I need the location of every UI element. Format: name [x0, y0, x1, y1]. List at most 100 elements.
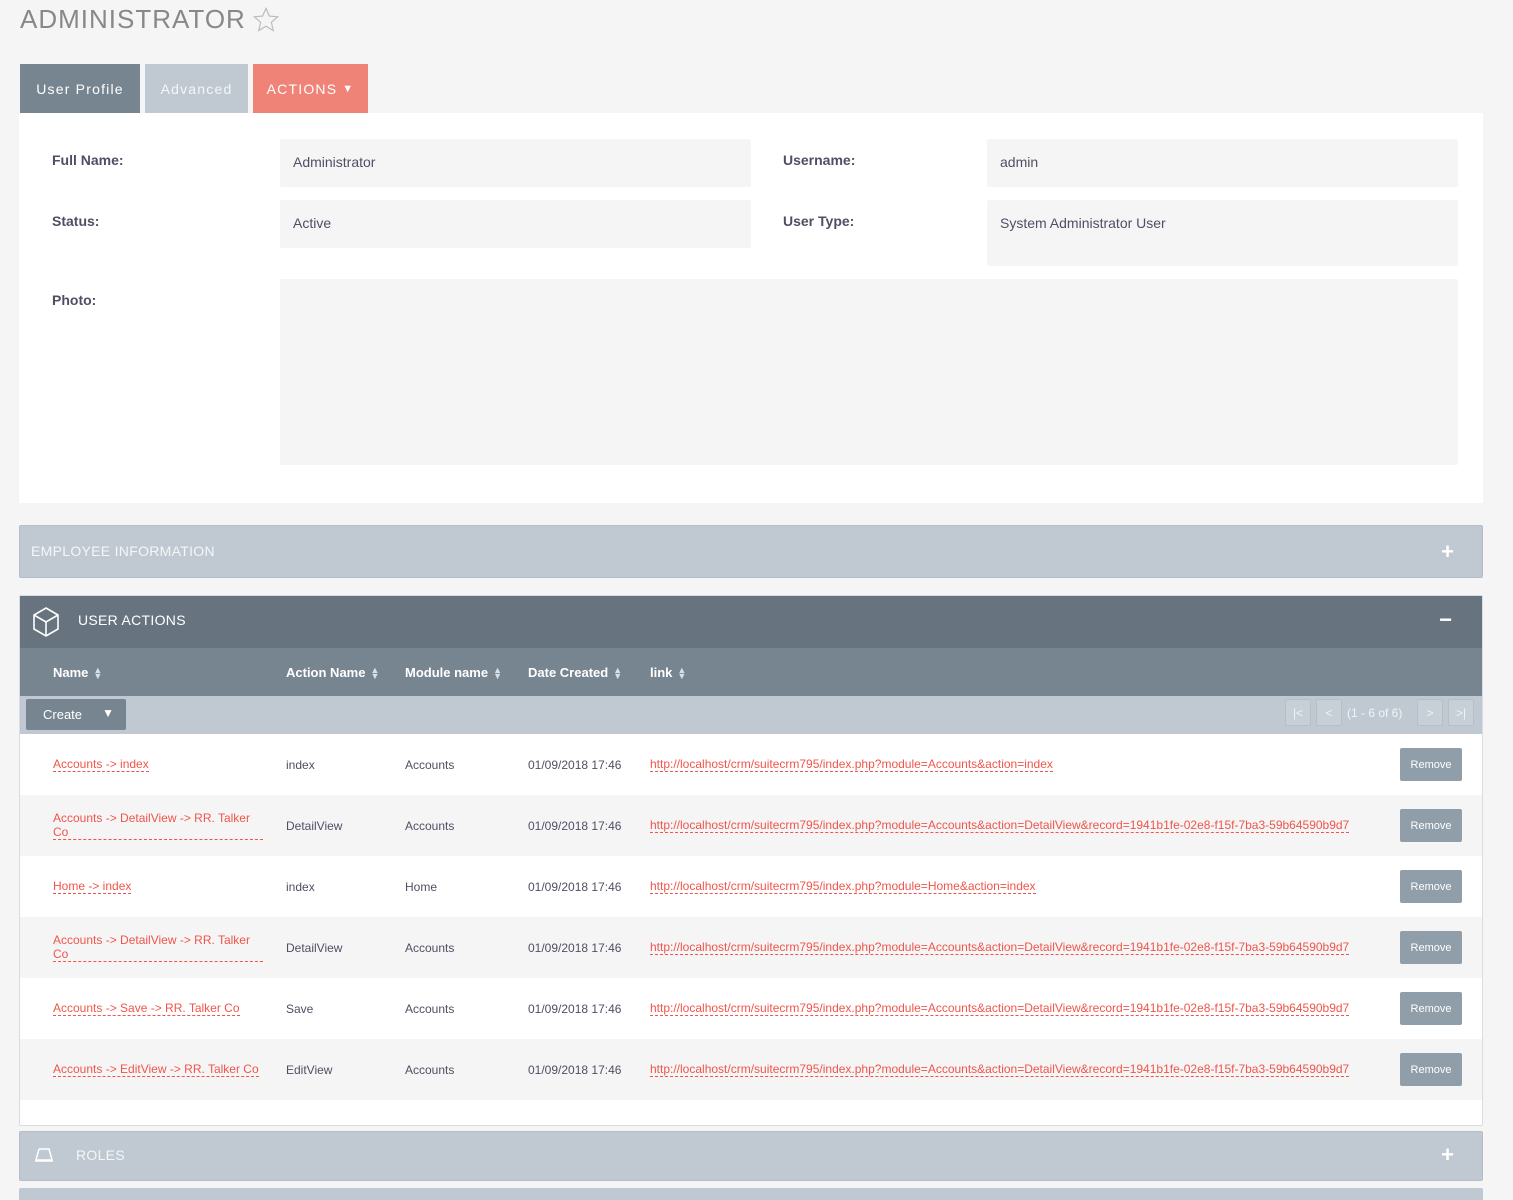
tab-actions-label: ACTIONS: [266, 80, 338, 97]
row-name-link[interactable]: Accounts -> Save -> RR. Talker Co: [53, 1001, 240, 1016]
next-collapsed-panel[interactable]: [19, 1188, 1483, 1200]
employee-information-panel[interactable]: EMPLOYEE INFORMATION +: [19, 525, 1483, 578]
user-type-value: System Administrator User: [987, 200, 1458, 266]
create-button-label: Create: [43, 707, 83, 722]
tab-actions-dropdown[interactable]: ACTIONS ▼: [253, 64, 368, 113]
table-row: Home -> index index Home 01/09/2018 17:4…: [20, 856, 1482, 917]
row-module-name: Accounts: [405, 818, 455, 833]
row-module-name: Home: [405, 879, 438, 894]
remove-button[interactable]: Remove: [1400, 748, 1462, 781]
tab-advanced[interactable]: Advanced: [145, 64, 248, 113]
tab-advanced-label: Advanced: [160, 80, 233, 97]
user-profile-panel: Full Name: Administrator Username: admin…: [19, 113, 1483, 503]
remove-button[interactable]: Remove: [1400, 992, 1462, 1025]
row-module-name: Accounts: [405, 1062, 455, 1077]
col-module-name-label: Module name: [405, 665, 489, 680]
user-actions-list: Accounts -> index index Accounts 01/09/2…: [20, 734, 1482, 1100]
sort-icon: ▲ ▼: [677, 664, 687, 681]
row-date-created: 01/09/2018 17:46: [528, 818, 622, 833]
user-actions-header[interactable]: USER ACTIONS −: [20, 596, 1482, 648]
page-title-text: ADMINISTRATOR: [20, 4, 246, 34]
expand-plus-icon[interactable]: +: [1441, 1142, 1454, 1168]
row-url-link[interactable]: http://localhost/crm/suitecrm795/index.p…: [650, 1001, 1350, 1016]
expand-plus-icon[interactable]: +: [1441, 539, 1454, 565]
row-date-created: 01/09/2018 17:46: [528, 757, 622, 772]
table-row: Accounts -> Save -> RR. Talker Co Save A…: [20, 978, 1482, 1039]
status-label: Status:: [52, 213, 100, 229]
row-date-created: 01/09/2018 17:46: [528, 1062, 622, 1077]
user-actions-panel: USER ACTIONS − Name ▲ ▼ Action Name ▲ ▼ Modu…: [19, 595, 1483, 1126]
full-name-value: Administrator: [280, 139, 751, 187]
row-date-created: 01/09/2018 17:46: [528, 879, 622, 894]
list-toolbar: Create ▼ |< < (1 - 6 of 6) > >|: [20, 696, 1482, 734]
row-url-link[interactable]: http://localhost/crm/suitecrm795/index.p…: [650, 879, 1036, 894]
employee-information-title: EMPLOYEE INFORMATION: [31, 543, 215, 559]
row-date-created: 01/09/2018 17:46: [528, 1001, 622, 1016]
row-name-link[interactable]: Accounts -> DetailView -> RR. Talker Co: [53, 811, 263, 840]
status-value: Active: [280, 200, 751, 248]
roles-panel[interactable]: ROLES +: [19, 1131, 1483, 1181]
create-button[interactable]: Create ▼: [26, 699, 126, 730]
table-row: Accounts -> index index Accounts 01/09/2…: [20, 734, 1482, 795]
sort-icon: ▲ ▼: [493, 664, 502, 681]
col-name-label: Name: [53, 665, 89, 680]
col-link-label: link: [650, 665, 673, 680]
remove-button[interactable]: Remove: [1400, 870, 1462, 903]
sort-icon: ▲ ▼: [370, 664, 380, 681]
tab-bar: User Profile Advanced ACTIONS ▼: [20, 64, 373, 113]
row-action-name: index: [286, 879, 315, 894]
col-date-created-label: Date Created: [528, 665, 609, 680]
row-name-link[interactable]: Accounts -> DetailView -> RR. Talker Co: [53, 933, 263, 962]
remove-button[interactable]: Remove: [1400, 1053, 1462, 1086]
col-link[interactable]: link ▲ ▼: [650, 665, 686, 680]
photo-field: [280, 279, 1458, 465]
username-value: admin: [987, 139, 1458, 187]
sort-icon: ▲ ▼: [93, 664, 103, 681]
pagination-range: (1 - 6 of 6): [1347, 706, 1403, 720]
row-name-link[interactable]: Home -> index: [53, 879, 132, 894]
remove-button[interactable]: Remove: [1400, 809, 1462, 842]
full-name-label: Full Name:: [52, 152, 124, 168]
favorite-star-icon[interactable]: [252, 6, 280, 34]
roles-icon: [35, 1148, 53, 1162]
row-date-created: 01/09/2018 17:46: [528, 940, 622, 955]
row-module-name: Accounts: [405, 940, 455, 955]
row-action-name: EditView: [286, 1062, 333, 1077]
row-name-link[interactable]: Accounts -> index: [53, 757, 149, 772]
first-page-button[interactable]: |<: [1285, 699, 1311, 726]
user-type-label: User Type:: [783, 213, 855, 229]
remove-button[interactable]: Remove: [1400, 931, 1462, 964]
previous-page-button[interactable]: <: [1316, 699, 1342, 726]
row-action-name: index: [286, 757, 315, 772]
col-date-created[interactable]: Date Created ▲ ▼: [528, 665, 622, 680]
caret-down-icon[interactable]: ▼: [102, 706, 114, 720]
row-module-name: Accounts: [405, 757, 455, 772]
table-header: Name ▲ ▼ Action Name ▲ ▼ Module name ▲ ▼ Date …: [20, 648, 1482, 696]
tab-user-profile-label: User Profile: [36, 80, 124, 97]
next-page-button[interactable]: >: [1417, 699, 1443, 726]
table-row: Accounts -> EditView -> RR. Talker Co Ed…: [20, 1039, 1482, 1100]
row-name-link[interactable]: Accounts -> EditView -> RR. Talker Co: [53, 1062, 259, 1077]
row-url-link[interactable]: http://localhost/crm/suitecrm795/index.p…: [650, 940, 1350, 955]
collapse-minus-icon[interactable]: −: [1439, 607, 1452, 633]
cube-icon: [33, 607, 59, 637]
table-row: Accounts -> DetailView -> RR. Talker Co …: [20, 795, 1482, 856]
roles-title: ROLES: [76, 1147, 125, 1163]
col-action-name-label: Action Name: [286, 665, 366, 680]
user-actions-title: USER ACTIONS: [78, 612, 186, 628]
tab-user-profile[interactable]: User Profile: [20, 64, 140, 113]
row-action-name: Save: [286, 1001, 314, 1016]
page-title: ADMINISTRATOR: [20, 4, 280, 35]
row-url-link[interactable]: http://localhost/crm/suitecrm795/index.p…: [650, 1062, 1350, 1077]
col-action-name[interactable]: Action Name ▲ ▼: [286, 665, 379, 680]
last-page-button[interactable]: >|: [1448, 699, 1474, 726]
sort-icon: ▲ ▼: [613, 664, 623, 681]
table-row: Accounts -> DetailView -> RR. Talker Co …: [20, 917, 1482, 978]
row-url-link[interactable]: http://localhost/crm/suitecrm795/index.p…: [650, 757, 1053, 772]
row-url-link[interactable]: http://localhost/crm/suitecrm795/index.p…: [650, 818, 1350, 833]
username-label: Username:: [783, 152, 856, 168]
col-name[interactable]: Name ▲ ▼: [53, 665, 102, 680]
row-action-name: DetailView: [286, 818, 343, 833]
col-module-name[interactable]: Module name ▲ ▼: [405, 665, 502, 680]
photo-label: Photo:: [52, 292, 97, 308]
